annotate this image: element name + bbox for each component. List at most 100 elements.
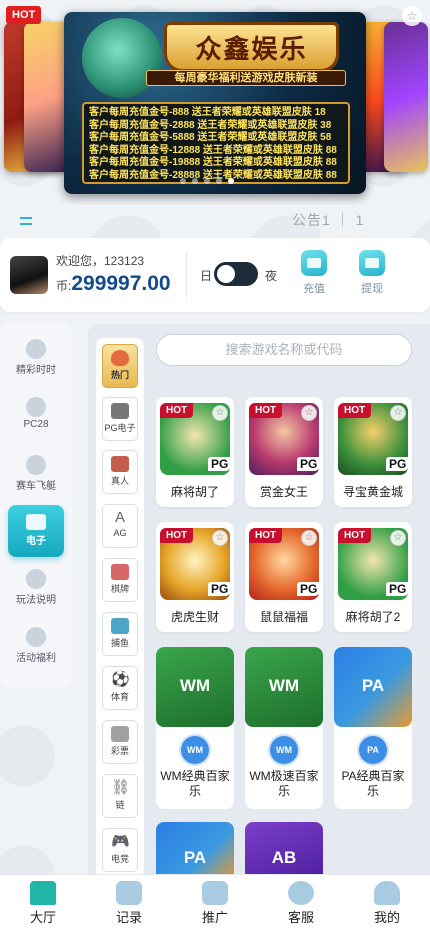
notice-menu-icon[interactable] (20, 217, 32, 225)
game-card[interactable]: HOT ☆ PG 鼠鼠福福 (245, 522, 323, 632)
provider-tab-chess[interactable]: 棋牌 (102, 558, 138, 602)
hot-badge: HOT (338, 528, 372, 543)
game-tile: PA (334, 647, 412, 727)
game-tile: WM (156, 647, 234, 727)
provider-tab-ag[interactable]: A AG (102, 504, 138, 548)
pc28-icon (26, 397, 46, 417)
favorite-star-icon[interactable]: ☆ (212, 405, 228, 421)
favorite-star-icon[interactable]: ☆ (390, 405, 406, 421)
carousel-dots (180, 178, 234, 184)
game-name: 虎虎生财 (170, 610, 219, 624)
provider-badge: PG (386, 457, 410, 471)
hot-badge: HOT (6, 6, 42, 24)
tab-label: 推广 (201, 910, 228, 925)
balance-display: 币:299997.00 (56, 272, 171, 296)
carousel-dot[interactable] (192, 178, 198, 184)
carousel-dot-active[interactable] (228, 178, 234, 184)
carousel-dot[interactable] (204, 178, 210, 184)
banner-carousel[interactable]: 众鑫娱乐 每周豪华福利送游戏皮肤新装 客户每周充值金号-888 送王者荣耀或英雄… (0, 0, 430, 205)
provider-tab-sports[interactable]: ⚽ 体育 (102, 666, 138, 710)
favorite-star-icon[interactable]: ☆ (212, 530, 228, 546)
provider-tab-hot[interactable]: 热门 (102, 344, 138, 388)
category-item-pc28[interactable]: PC28 (8, 391, 64, 443)
category-label: 玩法说明 (16, 595, 56, 606)
toggle-knob (217, 265, 235, 283)
category-item-electronic[interactable]: 电子 (8, 505, 64, 557)
bottom-tab-bar: 大厅 记录 推广 客服 我的 (0, 874, 430, 932)
notice-bar[interactable]: 公告1 ｜ 1 (0, 205, 430, 233)
favorite-star-icon[interactable]: ☆ (301, 530, 317, 546)
game-card[interactable]: HOT ☆ PG 寻宝黄金城 (334, 397, 412, 507)
category-item-racing[interactable]: 赛车飞艇 (8, 449, 64, 501)
category-item-promotions[interactable]: 活动福利 (8, 621, 64, 673)
lottery-ball-icon (26, 339, 46, 359)
paper-plane-icon (202, 881, 228, 905)
category-label: 赛车飞艇 (16, 481, 56, 492)
provider-tab-live[interactable]: 真人 (102, 450, 138, 494)
home-icon (30, 881, 56, 905)
provider-logo: PA (359, 736, 387, 764)
carousel-dot[interactable] (180, 178, 186, 184)
tab-lobby[interactable]: 大厅 (0, 875, 86, 932)
provider-tab-fishing[interactable]: 捕鱼 (102, 612, 138, 656)
hot-badge: HOT (160, 528, 194, 543)
tab-profile[interactable]: 我的 (344, 875, 430, 932)
tab-promote[interactable]: 推广 (172, 875, 258, 932)
game-name: 鼠鼠福福 (259, 610, 308, 624)
game-card[interactable]: HOT ☆ PG 虎虎生财 (156, 522, 234, 632)
game-card[interactable]: WM WM WM极速百家乐 (245, 647, 323, 809)
tab-label: 我的 (373, 910, 400, 925)
provider-logo: WM (270, 736, 298, 764)
category-label: PC28 (23, 419, 49, 430)
favorite-star-icon[interactable]: ☆ (301, 405, 317, 421)
day-night-toggle[interactable] (214, 262, 258, 286)
search-input[interactable]: 搜索游戏名称或代码 (156, 334, 412, 366)
game-card[interactable]: PA PA PA经典百家乐 (334, 647, 412, 809)
game-tile[interactable]: AB (245, 822, 323, 882)
provider-tab-lottery[interactable]: 彩票 (102, 720, 138, 764)
favorite-star-icon[interactable]: ☆ (390, 530, 406, 546)
favorite-star-icon[interactable]: ☆ (402, 6, 422, 26)
user-icon (374, 881, 400, 905)
withdraw-wallet-icon (359, 250, 385, 276)
category-sidebar: 精彩时时 PC28 赛车飞艇 电子 玩法说明 活动福利 (0, 323, 72, 688)
withdraw-button[interactable]: 提现 (352, 250, 392, 296)
provider-tab-chain[interactable]: ⛓ 链 (102, 774, 138, 818)
avatar[interactable] (10, 256, 48, 294)
hot-badge: HOT (249, 528, 283, 543)
recharge-button[interactable]: 充值 (294, 250, 334, 296)
flame-icon (111, 350, 129, 366)
hot-badge: HOT (338, 403, 372, 418)
banner-slide-next-2[interactable] (384, 22, 428, 172)
game-card[interactable]: HOT ☆ PG 赏金女王 (245, 397, 323, 507)
provider-label: 彩票 (110, 746, 129, 756)
banner-slide-active[interactable]: 众鑫娱乐 每周豪华福利送游戏皮肤新装 客户每周充值金号-888 送王者荣耀或英雄… (64, 12, 366, 194)
withdraw-label: 提现 (361, 283, 383, 295)
tab-records[interactable]: 记录 (86, 875, 172, 932)
provider-tab-esports[interactable]: 🎮 电竞 (102, 828, 138, 872)
game-card[interactable]: HOT ☆ PG 麻将胡了2 (334, 522, 412, 632)
hot-badge: HOT (249, 403, 283, 418)
provider-tab-pg[interactable]: PG电子 (102, 397, 138, 441)
game-tile[interactable]: PA (156, 822, 234, 882)
provider-tabs: 热门 PG电子 真人 A AG 棋牌 捕鱼 ⚽ 体育 彩票 ⛓ 链 🎮 电竞 (96, 338, 144, 878)
game-card[interactable]: WM WM WM经典百家乐 (156, 647, 234, 809)
soccer-ball-icon: ⚽ (111, 671, 130, 688)
provider-label: AG (113, 528, 127, 538)
notice-text[interactable]: 公告1 ｜ 1 (292, 210, 364, 230)
tab-support[interactable]: 客服 (258, 875, 344, 932)
gamepad-icon: 🎮 (111, 833, 130, 850)
provider-label: 捕鱼 (110, 638, 129, 648)
racecar-icon (26, 455, 46, 475)
dealer-icon (111, 456, 129, 472)
slot-machine-icon (111, 403, 129, 419)
tab-label: 大厅 (29, 910, 56, 925)
provider-label: PG电子 (104, 423, 136, 433)
category-item-lottery[interactable]: 精彩时时 (8, 333, 64, 385)
game-card[interactable]: HOT ☆ PG 麻将胡了 (156, 397, 234, 507)
carousel-dot[interactable] (216, 178, 222, 184)
rules-icon (26, 569, 46, 589)
category-item-rules[interactable]: 玩法说明 (8, 563, 64, 615)
ag-icon: A (114, 509, 125, 526)
user-card: 欢迎您，123123 币:299997.00 日 夜 充值 提现 (0, 238, 430, 312)
